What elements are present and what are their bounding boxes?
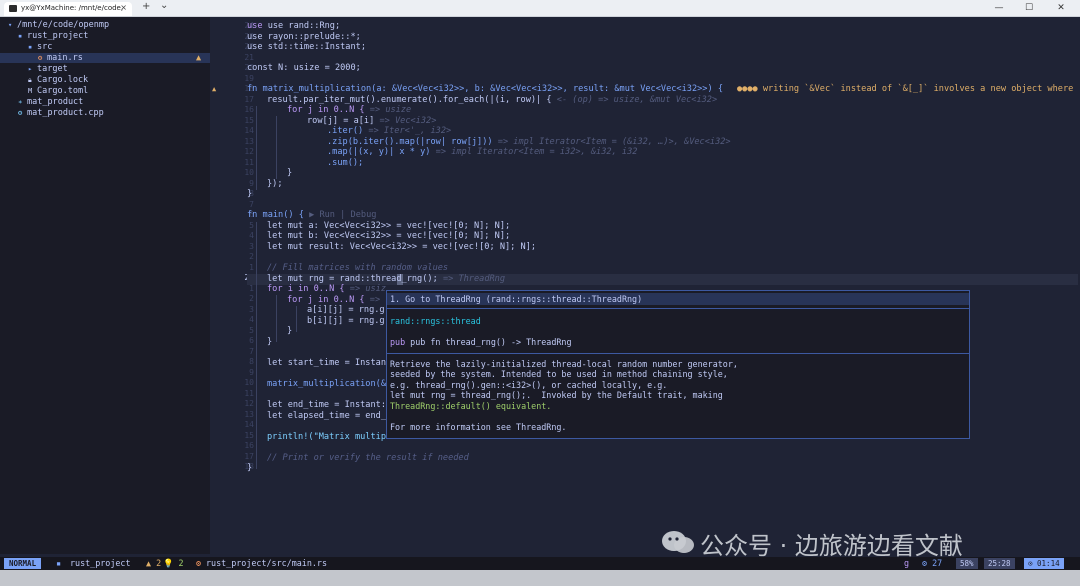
terminal-icon: [9, 5, 17, 12]
code-line: let elapsed_time = end_: [267, 411, 386, 421]
warning-icon: ▲: [196, 53, 202, 63]
tree-item-mat-product[interactable]: ∗ mat_product: [18, 97, 83, 107]
code-line: });: [267, 179, 283, 189]
tree-item-cargo-toml[interactable]: M Cargo.toml: [28, 86, 88, 96]
tree-item-rust-project[interactable]: ▪ rust_project: [18, 31, 88, 41]
popup-doc-line: e.g. thread_rng().gen::<i32>(), or cache…: [390, 380, 668, 390]
status-hints[interactable]: 💡 2: [163, 557, 184, 570]
code-line: }: [267, 337, 273, 347]
warning-icon: ▲: [212, 85, 217, 93]
code-line: }: [247, 189, 253, 199]
codelens-debug[interactable]: Debug: [351, 210, 377, 220]
code-line: a[i][j] = rng.g: [307, 305, 385, 315]
popup-divider: [387, 308, 969, 309]
code-line: }: [287, 326, 293, 336]
tree-item-mat-product-cpp[interactable]: ⚙ mat_product.cpp: [18, 108, 104, 118]
popup-signature: pub pub fn thread_rng() -> ThreadRng: [390, 337, 572, 347]
code-line: for i in 0..N { => usiz: [267, 284, 387, 294]
code-line: .sum();: [327, 158, 364, 168]
code-line: }: [247, 463, 253, 473]
tree-item-main-rs[interactable]: ⚙ main.rs ▲: [0, 53, 210, 63]
status-git: g: [904, 558, 910, 568]
tab-dropdown-icon[interactable]: ⌄: [160, 0, 168, 11]
mode-indicator: NORMAL: [4, 558, 42, 569]
code-line: let mut result: Vec<Vec<i32>> = vec![vec…: [267, 242, 537, 252]
status-cursor-position: 25:28: [984, 558, 1015, 569]
minimize-button[interactable]: —: [984, 0, 1014, 16]
toml-icon: M: [28, 87, 33, 95]
status-file-path[interactable]: rust_project/src/main.rs: [206, 557, 327, 570]
folder-icon: ▸: [28, 65, 33, 73]
cpp-file-icon: ⚙: [18, 109, 23, 117]
code-line: b[i][j] = rng.g: [307, 316, 385, 326]
hover-popup[interactable]: 1. Go to ThreadRng (rand::rngs::thread::…: [386, 290, 970, 439]
popup-doc-line: Retrieve the lazily-initialized thread-l…: [390, 359, 738, 369]
code-line: for j in 0..N { =>: [287, 295, 381, 305]
code-line: matrix_multiplication(&: [267, 379, 386, 389]
code-line: result.par_iter_mut().enumerate().for_ea…: [267, 95, 718, 105]
code-line: let start_time = Instan: [267, 358, 386, 368]
status-lsp: ⚙ 27: [922, 558, 943, 568]
code-line: use use rand::Rng;: [247, 21, 341, 31]
file-explorer: ▾/mnt/e/code/openmp ▪ rust_project ▪ src ⚙…: [0, 17, 210, 554]
tree-item-target[interactable]: ▸ target: [28, 64, 68, 74]
code-line: const N: usize = 2000;: [247, 63, 361, 73]
tree-item-cargo-lock[interactable]: 🔒︎ Cargo.lock: [28, 75, 88, 85]
status-project[interactable]: rust_project: [70, 557, 131, 570]
title-bar: yx@YxMachine: /mnt/e/code, × + ⌄ — ☐ ✕: [0, 0, 1080, 17]
text-cursor: [397, 274, 403, 285]
code-line: println!("Matrix multip: [267, 432, 386, 442]
diagnostic-inline: ●●●● writing `&Vec` instead of `&[_]` in…: [737, 84, 1074, 94]
rust-file-icon: ⚙: [38, 54, 43, 62]
code-line: let mut rng = rand::thread_rng(); => Thr…: [267, 274, 506, 284]
code-line: .iter() => Iter<'_, i32>: [327, 126, 452, 136]
code-line: use std::time::Instant;: [247, 42, 366, 52]
goto-definition-action[interactable]: 1. Go to ThreadRng (rand::rngs::thread::…: [390, 294, 642, 304]
code-line: let mut b: Vec<Vec<i32>> = vec![vec![0; …: [267, 231, 511, 241]
taskbar-strip: [0, 570, 1080, 586]
folder-icon: ▪: [56, 558, 62, 568]
tab-close-icon[interactable]: ×: [120, 3, 127, 12]
tree-root[interactable]: ▾/mnt/e/code/openmp: [8, 20, 109, 30]
code-line: let end_time = Instant:: [267, 400, 386, 410]
wechat-icon: [662, 531, 694, 553]
code-line: use rayon::prelude::*;: [247, 32, 361, 42]
folder-open-icon: ▪: [28, 43, 33, 51]
popup-module-path: rand::rngs::thread: [390, 316, 481, 326]
rust-file-icon: ⚙: [196, 558, 202, 568]
status-bar: NORMAL ▪ rust_project ▲ 2 💡 2 ⚙ rust_pro…: [0, 557, 1080, 570]
folder-open-icon: ▪: [18, 32, 23, 40]
code-line: }: [287, 168, 293, 178]
maximize-button[interactable]: ☐: [1014, 0, 1044, 16]
binary-icon: ∗: [18, 98, 23, 106]
close-window-button[interactable]: ✕: [1046, 0, 1076, 16]
popup-divider: [387, 353, 969, 354]
watermark-text: 公众号 · 边旅游边看文献: [700, 532, 963, 560]
code-editor[interactable]: ▲ 24 23 22 21 20 19 18 17 16 15 14 13 12 11 10 9 8 7 6 5 4 3 2…: [210, 17, 1078, 554]
code-line: // Print or verify the result if needed: [267, 453, 469, 463]
status-warnings[interactable]: ▲ 2: [146, 557, 161, 570]
code-line: fn main() { ▶ Run | Debug: [247, 210, 377, 220]
popup-doc-line: let mut rng = thread_rng();. Invoked by …: [390, 390, 723, 400]
tree-item-src[interactable]: ▪ src: [28, 42, 52, 52]
status-percent: 58%: [956, 558, 978, 569]
lock-icon: 🔒︎: [28, 76, 32, 84]
code-line: for j in 0..N { => usize: [287, 105, 412, 115]
code-line: let mut a: Vec<Vec<i32>> = vec![vec![0; …: [267, 221, 511, 231]
terminal-tab[interactable]: yx@YxMachine: /mnt/e/code, ×: [4, 2, 132, 16]
code-line: fn matrix_multiplication(a: &Vec<Vec<i32…: [247, 84, 723, 94]
code-line: row[j] = a[i] => Vec<i32>: [307, 116, 437, 126]
tab-title: yx@YxMachine: /mnt/e/code,: [21, 4, 124, 12]
code-line: .zip(b.iter().map(|row| row[j])) => impl…: [327, 137, 731, 147]
code-line: .map(|(x, y)| x * y) => impl Iterator<It…: [327, 147, 638, 157]
status-clock: ⊙ 01:14: [1024, 558, 1064, 569]
popup-doc-line: seeded by the system. Intended to be use…: [390, 369, 728, 379]
popup-doc-line: For more information see ThreadRng.: [390, 422, 567, 432]
new-tab-button[interactable]: +: [142, 1, 150, 12]
codelens-run[interactable]: ▶ Run: [309, 210, 335, 220]
folder-open-icon: ▾: [8, 21, 13, 29]
popup-doc-line: ThreadRng::default() equivalent.: [390, 401, 552, 411]
code-line: // Fill matrices with random values: [267, 263, 449, 273]
code-area[interactable]: use use rand::Rng; use rayon::prelude::*…: [247, 17, 1078, 554]
